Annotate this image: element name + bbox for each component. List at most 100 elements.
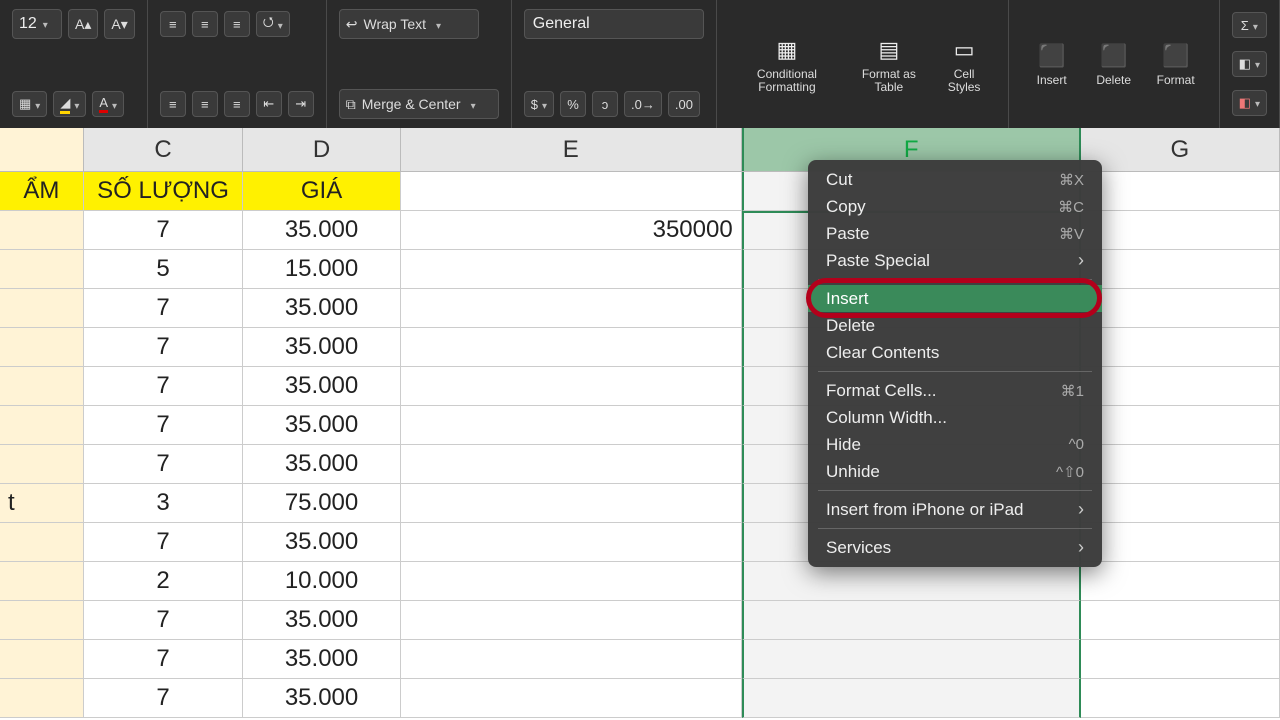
borders-button[interactable]: ▦	[12, 91, 47, 117]
colhead-G[interactable]: G	[1081, 128, 1280, 171]
cell-E[interactable]	[401, 367, 742, 406]
cell-E[interactable]	[401, 328, 742, 367]
cell-C[interactable]: 7	[84, 523, 244, 562]
cell-G[interactable]	[1081, 367, 1280, 406]
cell-E[interactable]	[401, 640, 742, 679]
cell-C[interactable]: 7	[84, 211, 244, 250]
cell-B[interactable]	[0, 523, 84, 562]
orientation-button[interactable]: ⭯	[256, 11, 290, 37]
cell-styles-button[interactable]: ▭ Cell Styles	[933, 30, 996, 98]
cell-G[interactable]	[1081, 328, 1280, 367]
cell-B[interactable]	[0, 328, 84, 367]
colhead-C[interactable]: C	[84, 128, 244, 171]
font-size-select[interactable]: 12	[12, 9, 62, 39]
ctx-clear-contents[interactable]: Clear Contents	[808, 339, 1102, 366]
cell-D[interactable]: 35.000	[243, 601, 401, 640]
cell-B[interactable]	[0, 562, 84, 601]
increase-indent-button[interactable]: ⇥	[288, 91, 314, 117]
cell-C[interactable]: 7	[84, 445, 244, 484]
cell-F[interactable]	[742, 562, 1081, 601]
ctx-format-cells[interactable]: Format Cells...⌘1	[808, 377, 1102, 404]
cell-C[interactable]: 7	[84, 328, 244, 367]
cell-E[interactable]	[401, 289, 742, 328]
ctx-paste-special[interactable]: Paste Special	[808, 247, 1102, 274]
clear-button[interactable]: ◧	[1232, 90, 1267, 116]
cell-D[interactable]: 35.000	[243, 523, 401, 562]
cell-B[interactable]	[0, 601, 84, 640]
colhead-E[interactable]: E	[401, 128, 742, 171]
colhead-B[interactable]	[0, 128, 84, 171]
cell-B[interactable]	[0, 211, 84, 250]
delete-cells-button[interactable]: ⬛ Delete	[1083, 36, 1145, 91]
colhead-D[interactable]: D	[243, 128, 401, 171]
cell-G[interactable]	[1081, 640, 1280, 679]
cell-D[interactable]: 35.000	[243, 328, 401, 367]
cell-C[interactable]: 2	[84, 562, 244, 601]
cell-E[interactable]	[401, 679, 742, 718]
cell-B[interactable]: t	[0, 484, 84, 523]
format-cells-button[interactable]: ⬛ Format	[1145, 36, 1207, 91]
align-right-button[interactable]: ≡	[224, 91, 250, 117]
cell-B[interactable]	[0, 445, 84, 484]
ctx-column-width[interactable]: Column Width...	[808, 404, 1102, 431]
increase-decimal-button[interactable]: .0→	[624, 91, 662, 117]
cell-E1[interactable]	[401, 172, 742, 211]
cell-G[interactable]	[1081, 250, 1280, 289]
ctx-insert-iphone[interactable]: Insert from iPhone or iPad	[808, 496, 1102, 523]
merge-center-button[interactable]: ⧉ Merge & Center	[339, 89, 499, 119]
percent-button[interactable]: %	[560, 91, 586, 117]
decrease-indent-button[interactable]: ⇤	[256, 91, 282, 117]
cell-F[interactable]	[742, 679, 1081, 718]
cell-E[interactable]: 350000	[401, 211, 742, 250]
cell-D[interactable]: 10.000	[243, 562, 401, 601]
conditional-formatting-button[interactable]: ▦ Conditional Formatting	[729, 30, 845, 98]
cell-B[interactable]	[0, 679, 84, 718]
ctx-services[interactable]: Services	[808, 534, 1102, 561]
cell-G[interactable]	[1081, 406, 1280, 445]
cell-C[interactable]: 7	[84, 601, 244, 640]
cell-C[interactable]: 7	[84, 679, 244, 718]
cell-E[interactable]	[401, 445, 742, 484]
cell-E[interactable]	[401, 406, 742, 445]
fill-button[interactable]: ◧	[1232, 51, 1267, 77]
cell-C[interactable]: 3	[84, 484, 244, 523]
cell-E[interactable]	[401, 601, 742, 640]
align-bottom-button[interactable]: ≡	[224, 11, 250, 37]
ctx-paste[interactable]: Paste⌘V	[808, 220, 1102, 247]
currency-button[interactable]: $	[524, 91, 554, 117]
cell-B[interactable]	[0, 250, 84, 289]
cell-G[interactable]	[1081, 445, 1280, 484]
cell-D[interactable]: 35.000	[243, 640, 401, 679]
cell-C[interactable]: 7	[84, 289, 244, 328]
cell-C[interactable]: 5	[84, 250, 244, 289]
decrease-decimal-button[interactable]: .00	[668, 91, 700, 117]
ctx-insert[interactable]: Insert	[808, 285, 1102, 312]
cell-G[interactable]	[1081, 289, 1280, 328]
cell-D[interactable]: 15.000	[243, 250, 401, 289]
align-left-button[interactable]: ≡	[160, 91, 186, 117]
header-C[interactable]: SỐ LƯỢNG	[84, 172, 244, 211]
cell-G1[interactable]	[1081, 172, 1280, 211]
align-top-button[interactable]: ≡	[160, 11, 186, 37]
cell-G[interactable]	[1081, 679, 1280, 718]
cell-F[interactable]	[742, 640, 1081, 679]
cell-D[interactable]: 75.000	[243, 484, 401, 523]
insert-cells-button[interactable]: ⬛ Insert	[1021, 36, 1083, 91]
cell-E[interactable]	[401, 484, 742, 523]
cell-G[interactable]	[1081, 601, 1280, 640]
wrap-text-button[interactable]: ↩ Wrap Text	[339, 9, 479, 39]
comma-button[interactable]: ↄ	[592, 91, 618, 117]
cell-E[interactable]	[401, 562, 742, 601]
align-middle-button[interactable]: ≡	[192, 11, 218, 37]
cell-E[interactable]	[401, 523, 742, 562]
ctx-copy[interactable]: Copy⌘C	[808, 193, 1102, 220]
align-center-button[interactable]: ≡	[192, 91, 218, 117]
ctx-cut[interactable]: Cut⌘X	[808, 166, 1102, 193]
header-B[interactable]: ẨM	[0, 172, 84, 211]
cell-B[interactable]	[0, 289, 84, 328]
cell-D[interactable]: 35.000	[243, 406, 401, 445]
header-D[interactable]: GIÁ	[243, 172, 401, 211]
cell-D[interactable]: 35.000	[243, 679, 401, 718]
number-format-select[interactable]: General	[524, 9, 704, 39]
cell-E[interactable]	[401, 250, 742, 289]
